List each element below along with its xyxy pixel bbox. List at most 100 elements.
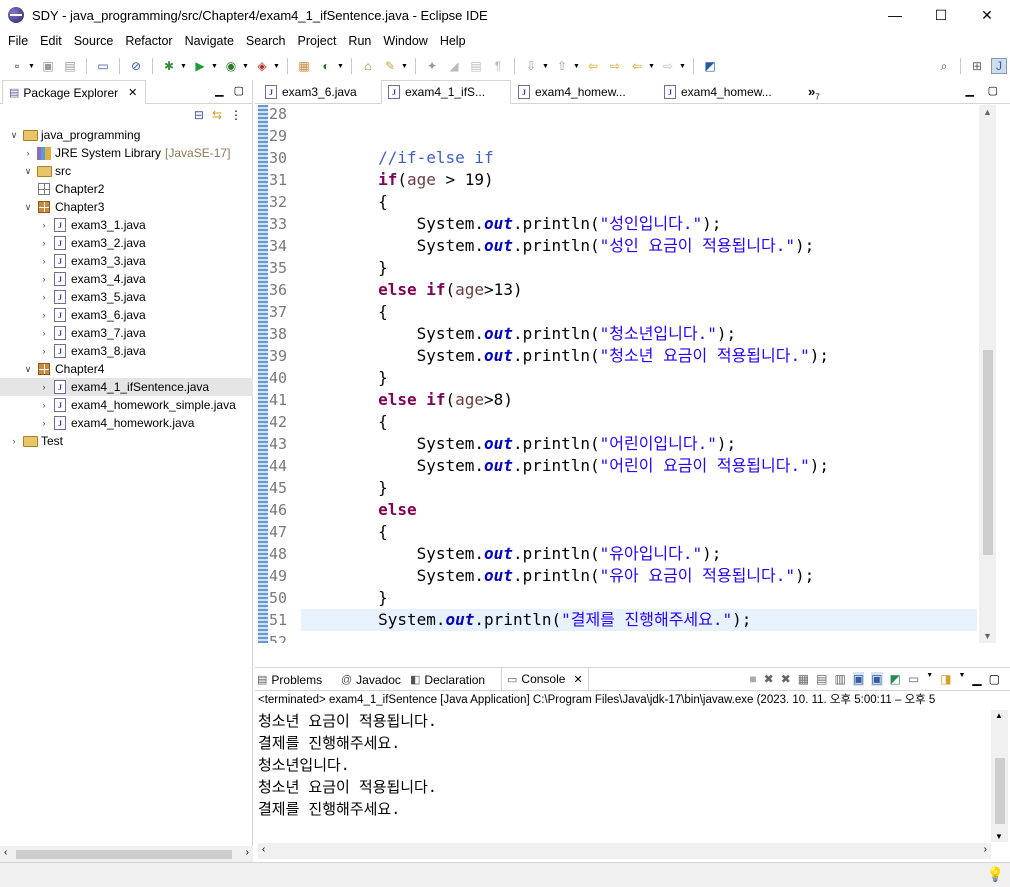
close-icon[interactable]: ✕ [128,86,137,99]
view-menu-icon[interactable]: ⋮ [230,108,242,122]
package-explorer-tab[interactable]: ▤ Package Explorer ✕ [2,80,146,104]
java-perspective-icon[interactable]: J [991,58,1007,74]
minimize-icon[interactable]: ▁ [966,84,974,97]
chevron-down-icon[interactable]: ∨ [22,202,34,213]
menu-window[interactable]: Window [377,34,433,48]
external-tools-icon[interactable]: ◈ [254,58,270,74]
horizontal-scrollbar[interactable]: ‹ › [0,846,253,862]
code-line[interactable]: } [301,367,977,389]
display-console-dropdown-icon[interactable]: ▼ [926,672,933,686]
code-line[interactable]: else if(age>8) [301,389,977,411]
scroll-down-icon[interactable]: ▼ [995,832,1003,841]
pin-console-icon[interactable]: ◩ [890,672,901,686]
code-line[interactable]: } [301,477,977,499]
block-selection-icon[interactable]: ▤ [468,58,484,74]
chevron-right-icon[interactable]: › [38,328,50,338]
code-line[interactable]: System.out.println("유아입니다."); [301,543,977,565]
scroll-down-icon[interactable]: ▼ [979,631,996,641]
tree-item[interactable]: › Jexam4_homework_simple.java [0,396,253,414]
run-dropdown-icon[interactable]: ▼ [211,58,218,74]
code-line[interactable]: { [301,521,977,543]
new-java-class-icon[interactable]: ◐ [318,58,334,74]
chevron-down-icon[interactable]: ∨ [22,364,34,375]
show-on-stderr-icon[interactable]: ▣ [871,672,883,686]
debug-icon[interactable]: ✱ [161,58,177,74]
remove-launch-icon[interactable]: ✖ [764,672,774,686]
code-line[interactable]: else [301,499,977,521]
chevron-down-icon[interactable]: ∨ [8,130,20,141]
coverage-icon[interactable]: ◉ [223,58,239,74]
menu-source[interactable]: Source [68,34,120,48]
close-icon[interactable]: ✕ [573,673,582,686]
tree-item[interactable]: › Jexam3_3.java [0,252,253,270]
scroll-up-icon[interactable]: ▲ [995,711,1003,720]
code-line[interactable]: { [301,191,977,213]
chevron-right-icon[interactable]: › [38,256,50,266]
chevron-down-icon[interactable]: ∨ [22,166,34,177]
menu-file[interactable]: File [2,34,34,48]
tree-item[interactable]: › Jexam3_4.java [0,270,253,288]
tree-item[interactable]: › Jexam3_1.java [0,216,253,234]
editor-tab[interactable]: Jexam4_1_ifS... [381,80,511,104]
code-line[interactable]: System.out.println("청소년 요금이 적용됩니다."); [301,345,977,367]
run-icon[interactable]: ▶ [192,58,208,74]
back-to-edit-icon[interactable]: ⇨ [607,58,623,74]
tree-item[interactable]: › Jexam3_7.java [0,324,253,342]
scroll-right-icon[interactable]: › [246,847,249,858]
search-tool-icon[interactable]: ✎ [382,58,398,74]
panel-tab[interactable]: ▭ Console ✕ [501,668,589,691]
open-console-icon[interactable]: ◨ [940,672,951,686]
debug-dropdown-icon[interactable]: ▼ [180,58,187,74]
open-type-icon[interactable]: ⌂ [360,58,376,74]
coverage-dropdown-icon[interactable]: ▼ [242,58,249,74]
back-icon[interactable]: ⇦ [629,58,645,74]
code-line[interactable]: if(age > 19) [301,169,977,191]
scroll-up-icon[interactable]: ▲ [979,107,996,117]
prev-annotation-dropdown-icon[interactable]: ▼ [573,58,580,74]
save-all-icon[interactable]: ▤ [62,58,78,74]
chevron-right-icon[interactable]: › [38,238,50,248]
search-icon[interactable]: ⌕ [936,58,952,74]
menu-run[interactable]: Run [342,34,377,48]
code-line[interactable]: } [301,257,977,279]
tree-item[interactable]: › Jexam4_homework.java [0,414,253,432]
chevron-right-icon[interactable]: › [38,346,50,356]
code-editor[interactable]: 28 29 30 31 32 33 34 35 36 37 38 39 40 41 42 43 44 45 46 47… [255,105,1010,643]
pin-editor-icon[interactable]: ◩ [702,58,718,74]
link-with-editor-icon[interactable]: ⇆ [212,108,222,122]
code-line[interactable]: { [301,301,977,323]
menu-project[interactable]: Project [292,34,343,48]
clear-console-icon[interactable]: ▦ [798,672,809,686]
menu-edit[interactable]: Edit [34,34,68,48]
tree-item[interactable]: › Jexam4_1_ifSentence.java [0,378,253,396]
code-line[interactable]: System.out.println("청소년입니다."); [301,323,977,345]
editor-vertical-scrollbar[interactable]: ▲ ▼ [979,105,996,643]
remove-all-launches-icon[interactable]: ✖ [781,672,791,686]
search-dropdown-icon[interactable]: ▼ [401,58,408,74]
scroll-right-icon[interactable]: › [984,844,987,855]
code-line[interactable] [301,631,977,643]
code-line[interactable] [301,105,977,125]
close-button[interactable]: ✕ [964,0,1010,30]
code-line[interactable]: System.out.println("성인입니다."); [301,213,977,235]
code-line[interactable]: System.out.println("유아 요금이 적용됩니다."); [301,565,977,587]
new-dropdown-icon[interactable]: ▼ [28,58,35,74]
code-line[interactable]: { [301,411,977,433]
chevron-right-icon[interactable]: › [22,148,34,158]
code-line[interactable]: } [301,587,977,609]
menu-help[interactable]: Help [434,34,472,48]
prev-annotation-icon[interactable]: ⇧ [554,58,570,74]
menu-navigate[interactable]: Navigate [179,34,240,48]
toggle-highlight-icon[interactable]: ◢ [446,58,462,74]
chevron-right-icon[interactable]: › [8,436,20,446]
show-whitespace-icon[interactable]: ¶ [490,58,506,74]
skip-breakpoints-icon[interactable]: ⊘ [128,58,144,74]
open-console-dropdown-icon[interactable]: ▼ [958,672,965,686]
minimize-icon[interactable]: ▁ [215,84,223,97]
scroll-lock-icon[interactable]: ▤ [816,672,827,686]
code-line[interactable]: //if-else if [301,147,977,169]
chevron-right-icon[interactable]: › [38,418,50,428]
tree-item[interactable]: ∨ src [0,162,253,180]
maximize-icon[interactable]: ▢ [988,84,998,97]
minimize-icon[interactable]: ▁ [972,672,981,686]
